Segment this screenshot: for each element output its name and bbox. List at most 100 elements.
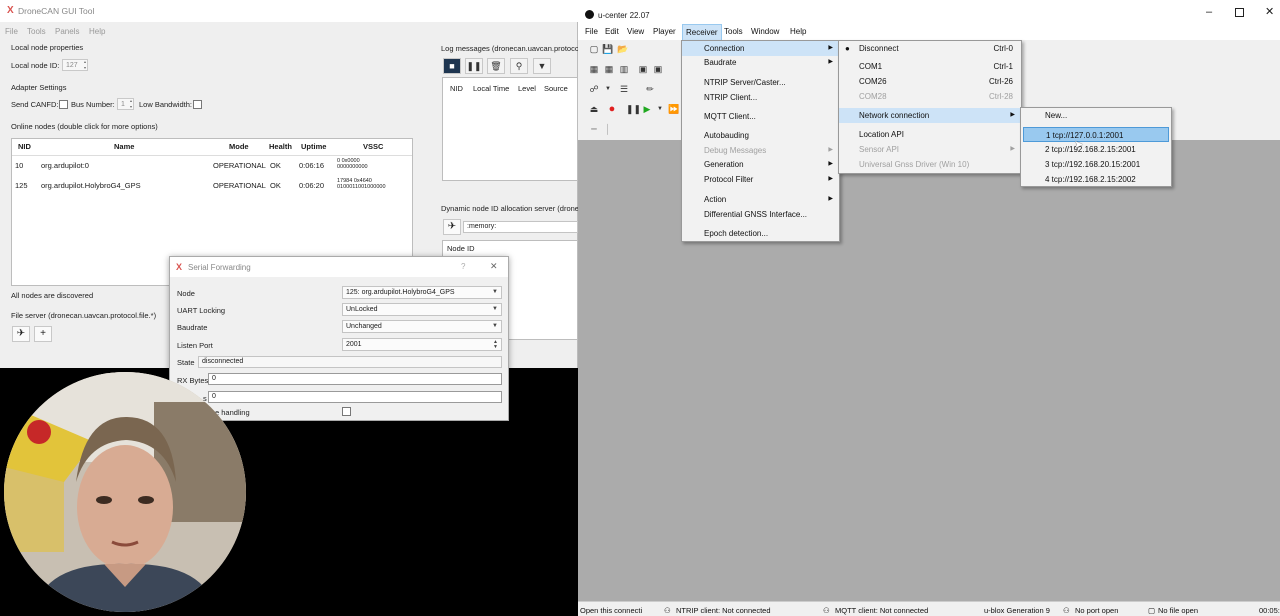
menu-item-sensor-api[interactable]: Sensor API ▶ <box>839 142 1021 157</box>
step-icon[interactable]: │ <box>602 123 614 135</box>
dna-rocket-icon[interactable]: ✈ <box>443 219 461 235</box>
menu-item-recent-connection[interactable]: 2 tcp://192.168.2.15:2001 <box>1021 142 1171 157</box>
menu-item-label: Autobauding <box>704 131 749 140</box>
close-icon[interactable]: ✕ <box>1265 5 1274 18</box>
menu-item-com26[interactable]: COM26 Ctrl-26 <box>839 74 1021 89</box>
dna-col-node-id[interactable]: Node ID <box>447 244 475 253</box>
ruler-icon[interactable]: ━ <box>588 123 600 135</box>
menu-item-universal-gnss-driver[interactable]: Universal Gnss Driver (Win 10) <box>839 157 1021 172</box>
baudrate-select[interactable]: Unchanged ▼ <box>342 320 502 333</box>
minimize-icon[interactable]: – <box>1206 6 1212 18</box>
menu-item-protocol-filter[interactable]: Protocol Filter ▶ <box>682 172 839 187</box>
log-col-local-time[interactable]: Local Time <box>473 84 509 93</box>
menu-item-new-connection[interactable]: New... <box>1021 108 1171 123</box>
menu-item-mqtt-client[interactable]: MQTT Client... <box>682 109 839 124</box>
menu-item-connection[interactable]: Connection ▶ <box>682 41 839 56</box>
menu-item-ntrip-server[interactable]: NTRIP Server/Caster... <box>682 75 839 90</box>
trash-icon[interactable]: 🗑 <box>487 58 505 74</box>
uc-menu-file[interactable]: File <box>585 27 598 36</box>
uc-menu-edit[interactable]: Edit <box>605 27 619 36</box>
add-icon[interactable]: + <box>34 326 52 342</box>
bus-number-spinbox[interactable]: 1 <box>117 98 134 110</box>
send-canfd-checkbox[interactable] <box>59 100 68 109</box>
fast-forward-icon[interactable]: ⏩ <box>668 103 680 115</box>
menu-tools[interactable]: Tools <box>27 27 46 36</box>
col-mode[interactable]: Mode <box>229 142 249 151</box>
chevron-right-icon: ▶ <box>1010 146 1015 152</box>
dna-database-field[interactable]: :memory: <box>463 221 578 233</box>
chevron-down-icon[interactable]: ▼ <box>602 83 614 95</box>
col-nid[interactable]: NID <box>18 142 31 151</box>
menu-item-com1[interactable]: COM1 Ctrl-1 <box>839 59 1021 74</box>
log-col-level[interactable]: Level <box>518 84 536 93</box>
wand-icon[interactable]: ✏ <box>644 83 656 95</box>
uc-menu-receiver[interactable]: Receiver <box>682 24 722 41</box>
table-row[interactable]: 125 org.ardupilot.HolybroG4_GPS OPERATIO… <box>12 176 412 196</box>
search-icon[interactable]: ⚲ <box>510 58 528 74</box>
filter-icon[interactable]: ▼ <box>533 58 551 74</box>
menu-item-network-connection[interactable]: Network connection ▶ <box>839 108 1021 123</box>
maximize-icon[interactable] <box>1235 8 1244 17</box>
menu-item-autobauding[interactable]: Autobauding <box>682 128 839 143</box>
bars-icon[interactable]: ☰ <box>618 83 630 95</box>
dronecan-titlebar[interactable]: X DroneCAN GUI Tool <box>0 0 578 22</box>
serial-forwarding-titlebar[interactable]: X Serial Forwarding ? ✕ <box>170 257 508 277</box>
pause-icon[interactable]: ❚❚ <box>465 58 483 74</box>
menu-item-debug-messages[interactable]: Debug Messages ▶ <box>682 143 839 158</box>
menu-item-recent-connection[interactable]: 4 tcp://192.168.2.15:2002 <box>1021 172 1171 187</box>
menu-item-label: Disconnect <box>859 44 899 53</box>
pause-icon[interactable]: ❚❚ <box>626 103 641 115</box>
log-col-source[interactable]: Source <box>544 84 568 93</box>
save-icon[interactable]: 💾 <box>602 43 614 55</box>
menu-item-differential-gnss[interactable]: Differential GNSS Interface... <box>682 207 839 222</box>
log-messages-table[interactable]: NID Local Time Level Source <box>442 77 578 181</box>
open-folder-icon[interactable]: 📂 <box>617 43 629 55</box>
menu-panels[interactable]: Panels <box>55 27 79 36</box>
col-name[interactable]: Name <box>114 142 134 151</box>
log-col-nid[interactable]: NID <box>450 84 463 93</box>
menu-item-epoch-detection[interactable]: Epoch detection... <box>682 226 839 241</box>
menu-item-location-api[interactable]: Location API <box>839 127 1021 142</box>
window-icon[interactable]: ▣ <box>652 63 664 75</box>
uc-menu-tools[interactable]: Tools <box>724 27 743 36</box>
new-file-icon[interactable]: ▢ <box>588 43 600 55</box>
menu-item-action[interactable]: Action ▶ <box>682 192 839 207</box>
record-icon[interactable]: ● <box>606 103 618 115</box>
uc-menu-help[interactable]: Help <box>790 27 806 36</box>
eject-icon[interactable]: ⏏ <box>588 103 600 115</box>
rocket-icon[interactable]: ✈ <box>12 326 30 342</box>
menu-help[interactable]: Help <box>89 27 105 36</box>
menu-item-recent-connection[interactable]: 3 tcp://192.168.20.15:2001 <box>1021 157 1171 172</box>
handling-checkbox[interactable] <box>342 407 351 416</box>
menu-item-baudrate[interactable]: Baudrate ▶ <box>682 55 839 70</box>
uart-locking-select[interactable]: UnLocked ▼ <box>342 303 502 316</box>
menu-file[interactable]: File <box>5 27 18 36</box>
col-vssc[interactable]: VSSC <box>363 142 383 151</box>
local-node-id-spinbox[interactable]: 127 <box>62 59 88 71</box>
col-health[interactable]: Health <box>269 142 292 151</box>
window-icon[interactable]: ▣ <box>637 63 649 75</box>
col-uptime[interactable]: Uptime <box>301 142 326 151</box>
uc-menu-player[interactable]: Player <box>653 27 676 36</box>
menu-item-ntrip-client[interactable]: NTRIP Client... <box>682 90 839 105</box>
connect-icon[interactable]: ☍ <box>588 83 600 95</box>
uc-menu-view[interactable]: View <box>627 27 644 36</box>
play-icon[interactable]: ▶ <box>641 103 653 115</box>
table-row[interactable]: 10 org.ardupilot:0 OPERATIONAL OK 0:06:1… <box>12 156 412 176</box>
listen-port-spinbox[interactable]: 2001 ▲ ▼ <box>342 338 502 351</box>
status-port: No port open <box>1075 606 1119 615</box>
chevron-down-icon[interactable]: ▼ <box>654 103 666 115</box>
menu-item-recent-connection[interactable]: 1 tcp://127.0.0.1:2001 <box>1023 127 1169 142</box>
grid-icon[interactable]: ▦ <box>588 63 600 75</box>
uc-menu-window[interactable]: Window <box>751 27 779 36</box>
menu-item-generation[interactable]: Generation ▶ <box>682 157 839 172</box>
table-icon[interactable]: ▥ <box>618 63 630 75</box>
close-button[interactable]: ✕ <box>490 261 498 272</box>
help-button[interactable]: ? <box>461 262 465 271</box>
menu-item-com28[interactable]: COM28 Ctrl-28 <box>839 89 1021 104</box>
low-bandwidth-checkbox[interactable] <box>193 100 202 109</box>
record-icon[interactable]: ■ <box>443 58 461 74</box>
node-select[interactable]: 125: org.ardupilot.HolybroG4_GPS ▼ <box>342 286 502 299</box>
menu-item-disconnect[interactable]: ● Disconnect Ctrl-0 <box>839 41 1021 56</box>
grid-icon[interactable]: ▦ <box>603 63 615 75</box>
